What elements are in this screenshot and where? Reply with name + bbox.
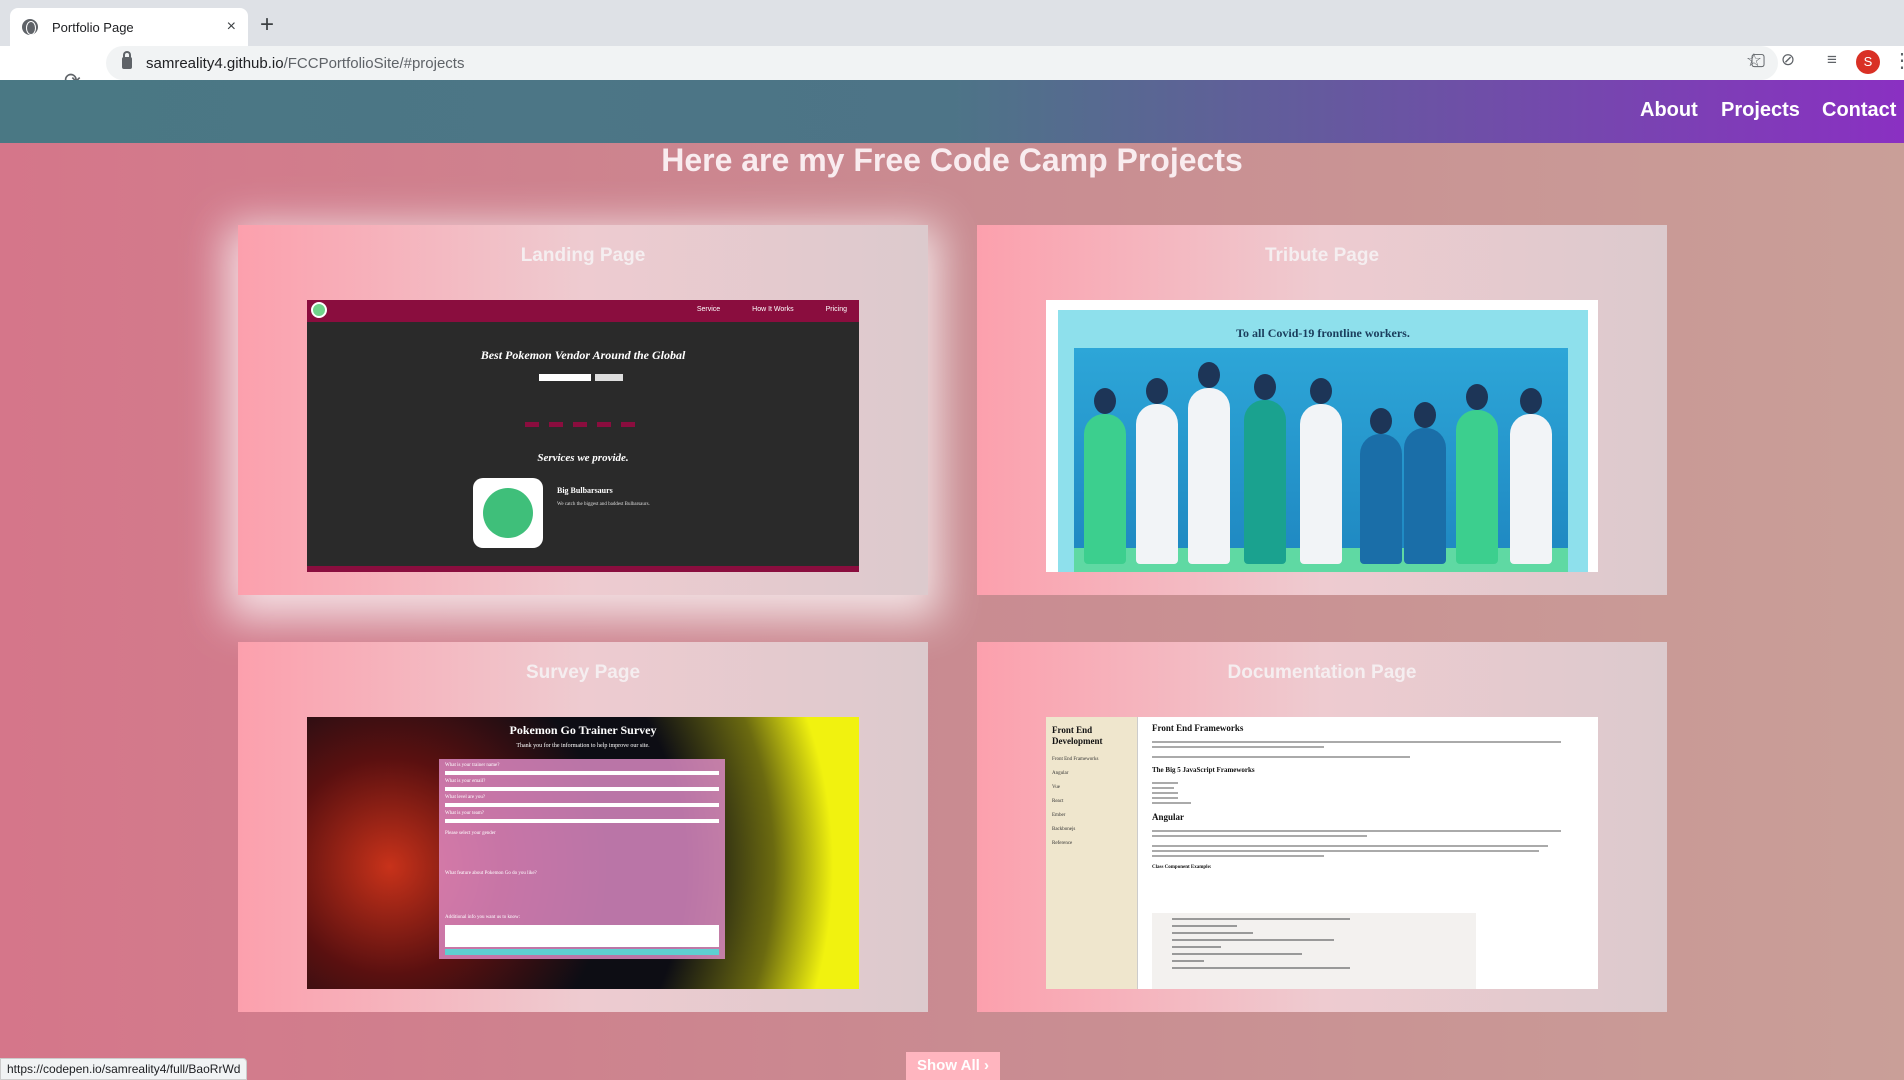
doc-sidebar-item: Backbonejs xyxy=(1052,827,1076,832)
thumb-item-desc: We catch the biggest and baddest Bulbars… xyxy=(557,502,650,507)
thumb-get-started-button xyxy=(595,374,623,381)
card-title: Landing Page xyxy=(520,245,646,266)
survey-label: What feature about Pokemon Go do you lik… xyxy=(445,871,537,876)
nav-projects[interactable]: Projects xyxy=(1721,99,1800,122)
doc-angular-heading: Angular xyxy=(1152,812,1185,822)
doc-sidebar: Front End Development Front End Framewor… xyxy=(1046,717,1138,989)
profile-avatar[interactable]: S xyxy=(1856,50,1880,74)
doc-main: Front End Frameworks The Big 5 JavaScrip… xyxy=(1152,723,1582,878)
thumb-nav-link: Service xyxy=(696,306,721,313)
menu-kebab-icon[interactable]: ⋮ xyxy=(1892,48,1904,73)
block-icon[interactable]: ⊘ xyxy=(1778,50,1798,70)
thumb-nav-link: How It Works xyxy=(752,306,794,313)
survey-label: What is your email? xyxy=(445,779,486,784)
doc-sidebar-item: Front End Frameworks xyxy=(1052,757,1099,762)
doc-sidebar-item: Ember xyxy=(1052,813,1066,818)
card-title: Tribute Page xyxy=(1264,245,1380,266)
page-viewport: About Projects Contact Here are my Free … xyxy=(0,80,1904,1080)
nav-about[interactable]: About xyxy=(1640,99,1698,122)
projects-heading: Here are my Free Code Camp Projects xyxy=(661,142,1243,178)
status-bar-url: https://codepen.io/samreality4/full/BaoR… xyxy=(0,1058,248,1080)
doc-sidebar-title: Front End Development xyxy=(1052,725,1103,746)
survey-page-thumbnail[interactable]: Pokemon Go Trainer Survey Thank you for … xyxy=(307,717,859,989)
survey-form: What is your trainer name? What is your … xyxy=(439,759,725,959)
doc-sidebar-item: Vue xyxy=(1052,785,1061,790)
globe-icon xyxy=(22,19,38,35)
survey-label: What is your trainer name? xyxy=(445,763,500,768)
address-bar[interactable]: samreality4.github.io/FCCPortfolioSite/#… xyxy=(106,46,1778,80)
doc-sidebar-item: Reference xyxy=(1052,841,1073,846)
browser-tab-bar: Portfolio Page × + xyxy=(0,0,1904,46)
tribute-frame: To all Covid-19 frontline workers. xyxy=(1058,310,1588,572)
doc-code-label: Class Component Example: xyxy=(1152,865,1212,870)
thumb-headline: Best Pokemon Vendor Around the Global xyxy=(480,348,686,362)
survey-label: Please select your gender xyxy=(445,831,496,836)
show-all-button[interactable]: Show All › xyxy=(906,1052,1000,1080)
nav-contact[interactable]: Contact xyxy=(1822,99,1896,122)
url-path: /FCCPortfolioSite/#projects xyxy=(283,54,465,72)
tab-title: Portfolio Page xyxy=(52,19,134,35)
landing-page-thumbnail[interactable]: Service How It Works Pricing Best Pokemo… xyxy=(307,300,859,572)
survey-label: What is your team? xyxy=(445,811,485,816)
browser-tab[interactable]: Portfolio Page × xyxy=(10,8,248,46)
tab-close-icon[interactable]: × xyxy=(227,18,236,36)
survey-label: Additional info you want us to know: xyxy=(445,915,520,920)
doc-sidebar-item: Angular xyxy=(1052,771,1069,776)
thumb-nav-links: Service How It Works Pricing xyxy=(667,306,847,313)
project-card-survey[interactable]: Survey Page Pokemon Go Trainer Survey Th… xyxy=(238,642,928,1012)
pokeball-logo-icon xyxy=(311,302,327,318)
doc-code-block xyxy=(1152,913,1476,989)
extension-icon[interactable]: ▢ xyxy=(1748,50,1768,70)
tribute-headline: To all Covid-19 frontline workers. xyxy=(1236,326,1410,340)
thumb-footer xyxy=(307,566,859,572)
doc-sidebar-item: React xyxy=(1052,799,1064,804)
lock-icon xyxy=(122,51,132,69)
thumb-link-row xyxy=(525,414,645,432)
url-host: samreality4.github.io xyxy=(146,54,284,72)
project-card-landing[interactable]: Landing Page Service How It Works Pricin… xyxy=(238,225,928,595)
documentation-page-thumbnail[interactable]: Front End Development Front End Framewor… xyxy=(1046,717,1598,989)
media-queue-icon[interactable]: ≡ xyxy=(1822,50,1842,70)
thumb-services-heading: Services we provide. xyxy=(537,452,629,464)
survey-submit xyxy=(445,949,719,955)
card-title: Survey Page xyxy=(525,662,641,683)
bulbasaur-image xyxy=(473,478,543,548)
project-card-tribute[interactable]: Tribute Page To all Covid-19 frontline w… xyxy=(977,225,1667,595)
survey-headline: Pokemon Go Trainer Survey xyxy=(509,723,657,737)
card-title: Documentation Page xyxy=(1227,662,1417,683)
doc-subhead: The Big 5 JavaScript Frameworks xyxy=(1152,766,1255,774)
thumb-item-name: Big Bulbarsaurs xyxy=(557,486,613,495)
thumb-email-input xyxy=(539,374,591,381)
site-navbar: About Projects Contact xyxy=(0,80,1904,143)
survey-textarea xyxy=(445,925,719,947)
survey-subtitle: Thank you for the information to help im… xyxy=(516,743,650,749)
project-card-documentation[interactable]: Documentation Page Front End Development… xyxy=(977,642,1667,1012)
healthcare-workers-illustration xyxy=(1074,348,1568,572)
doc-title: Front End Frameworks xyxy=(1152,723,1244,733)
thumb-nav-link: Pricing xyxy=(825,306,847,313)
survey-label: What level are you? xyxy=(445,795,486,800)
tribute-page-thumbnail[interactable]: To all Covid-19 frontline workers. xyxy=(1046,300,1598,572)
new-tab-button[interactable]: + xyxy=(260,13,274,37)
